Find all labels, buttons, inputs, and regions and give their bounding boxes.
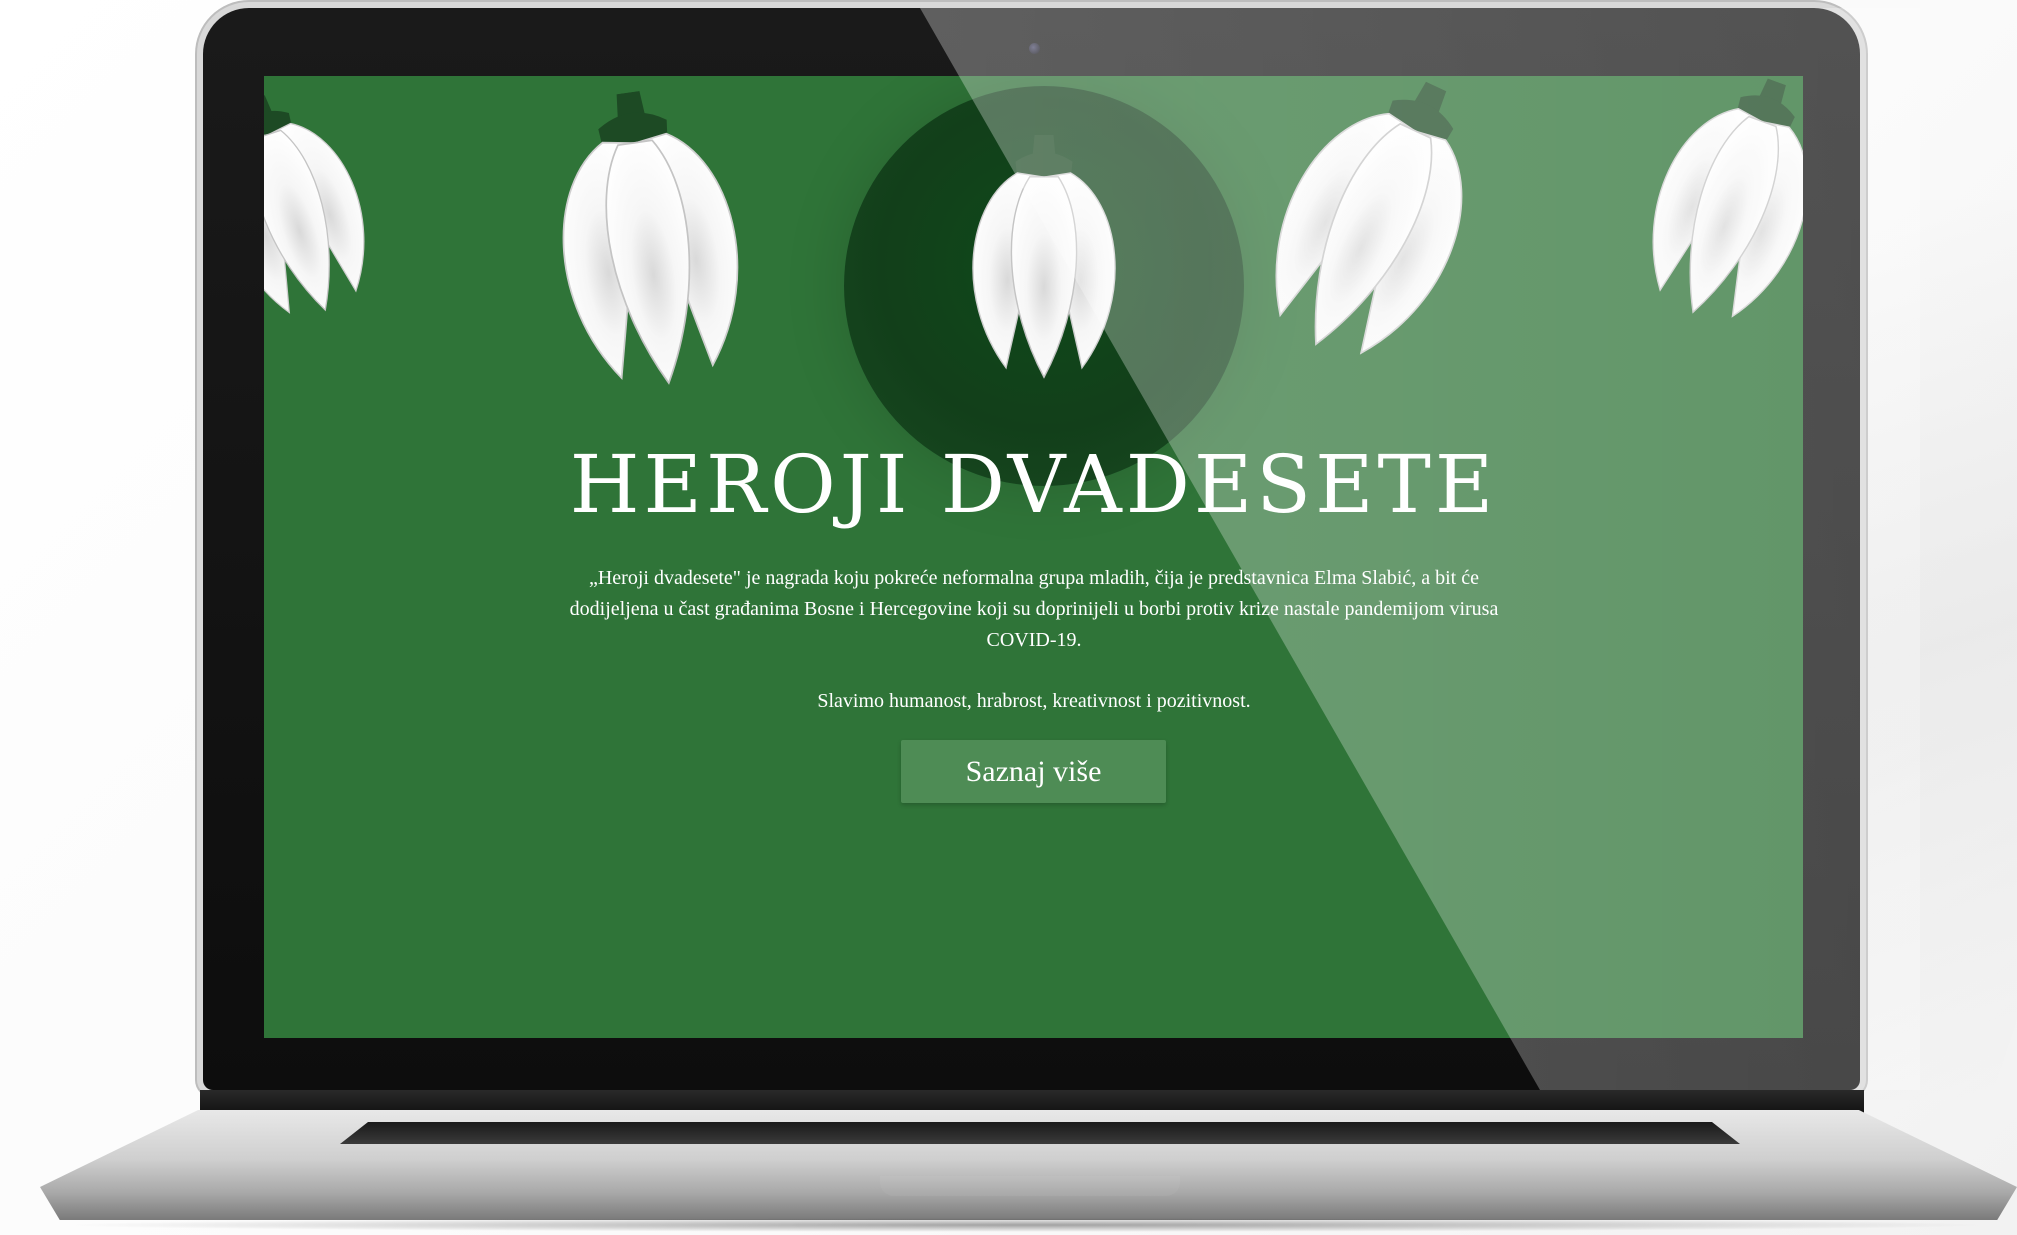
trackpad-notch: [880, 1176, 1180, 1196]
snowdrop-icon: [264, 86, 379, 326]
snowdrop-icon: [949, 126, 1139, 391]
page-title: HEROJI DVADESETE: [569, 438, 1498, 531]
mockup-stage: HEROJI DVADESETE „Heroji dvadesete" je n…: [0, 0, 2017, 1235]
hero-description: „Heroji dvadesete" je nagrada koju pokre…: [569, 567, 1499, 651]
webcam: [1029, 43, 1040, 54]
learn-more-button[interactable]: Saznaj više: [901, 740, 1166, 803]
keyboard-edge: [340, 1122, 1740, 1144]
hero-tagline: Slavimo humanost, hrabrost, kreativnost …: [817, 690, 1251, 712]
snowdrop-icon: [1644, 76, 1803, 326]
snowdrop-icon: [529, 76, 759, 406]
laptop-shadow: [60, 1218, 2000, 1232]
laptop-screen: HEROJI DVADESETE „Heroji dvadesete" je n…: [264, 76, 1803, 1038]
snowdrop-icon: [1274, 76, 1504, 366]
